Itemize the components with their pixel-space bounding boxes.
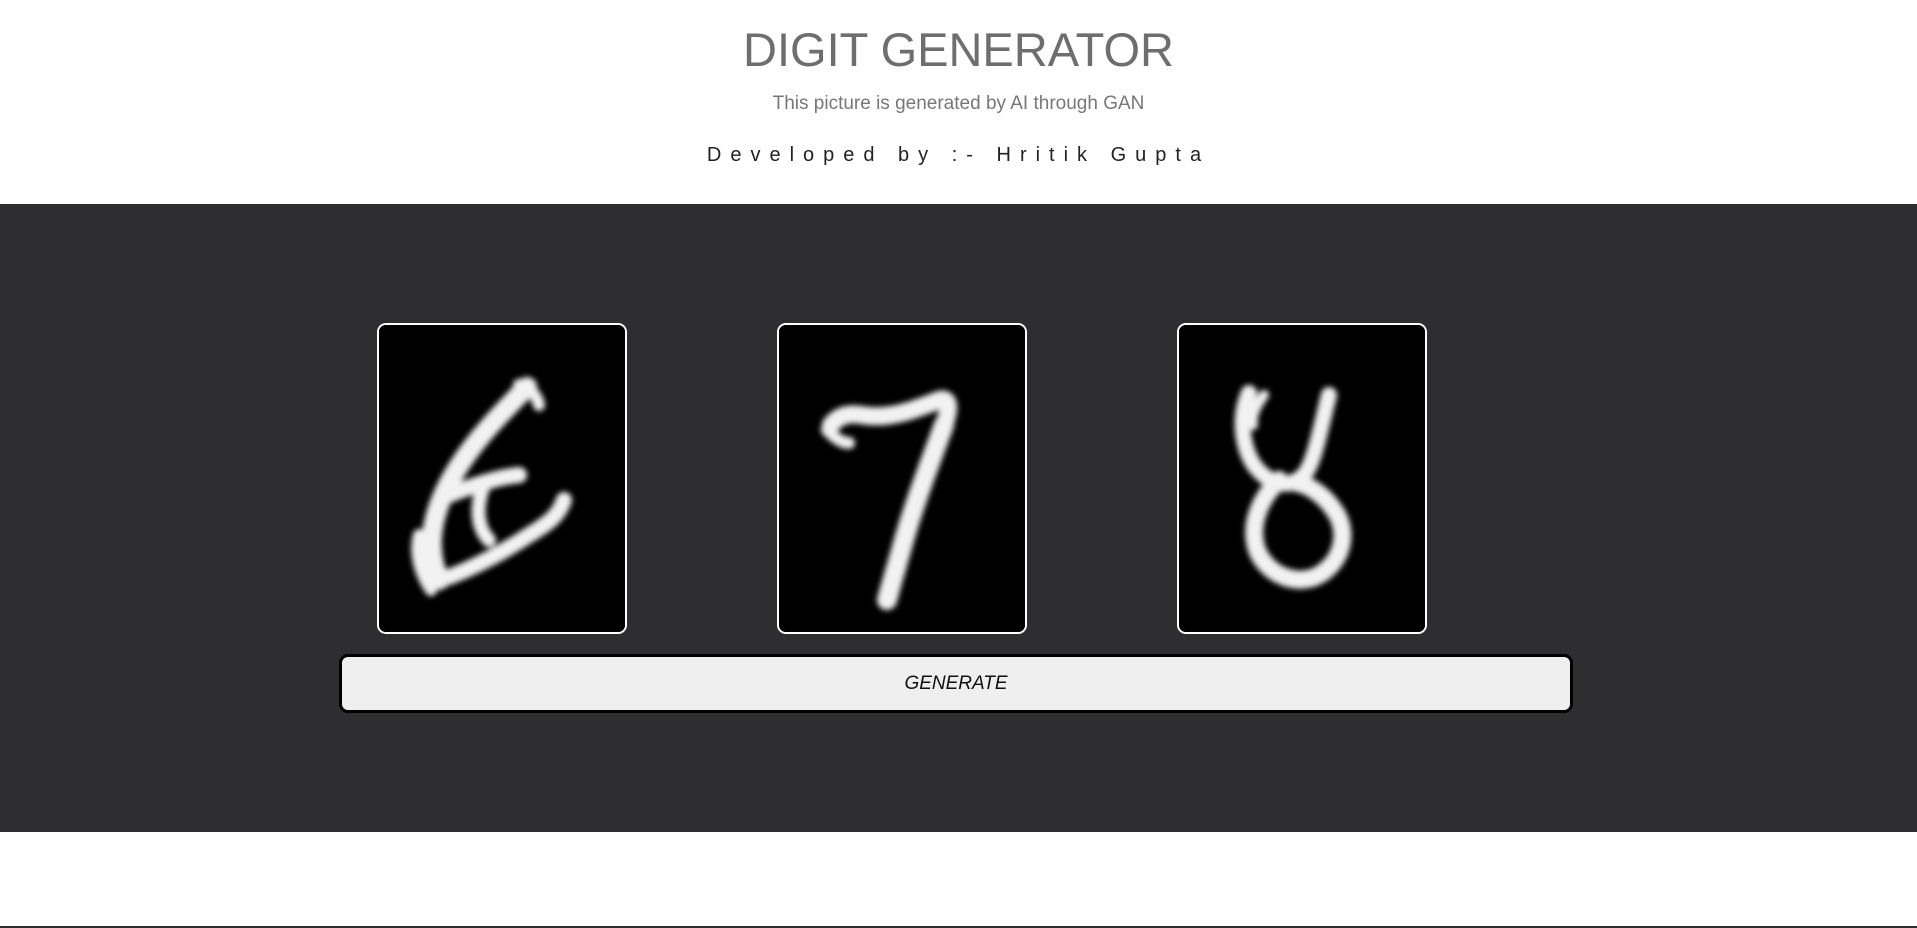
handwritten-digit-8-icon [1179,325,1425,632]
page-subtitle: This picture is generated by AI through … [772,93,1145,114]
page-header: DIGIT GENERATOR This picture is generate… [0,0,1917,204]
handwritten-digit-6-icon [379,325,625,632]
generated-digit-image-1 [377,323,627,634]
generated-digit-image-2 [777,323,1027,634]
handwritten-digit-7-icon [779,325,1025,632]
generated-digit-image-3 [1177,323,1427,634]
generate-button[interactable]: GENERATE [339,654,1573,713]
generator-stage: GENERATE [0,204,1917,832]
page-title: DIGIT GENERATOR [743,23,1174,76]
developer-credit: Developed by :- Hritik Gupta [706,144,1211,166]
